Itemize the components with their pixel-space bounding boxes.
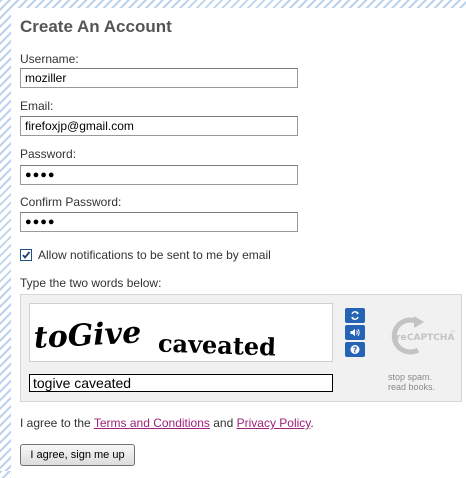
recaptcha-tagline-2: read books.: [388, 382, 436, 392]
recaptcha-controls: ?: [345, 308, 365, 359]
notify-row: Allow notifications to be sent to me by …: [20, 248, 271, 262]
email-label: Email:: [20, 99, 54, 113]
refresh-button[interactable]: [345, 308, 365, 323]
help-icon: ?: [350, 345, 360, 355]
recaptcha-logo-icon: re CAPTCHA ™: [391, 316, 456, 355]
privacy-link[interactable]: Privacy Policy: [237, 416, 311, 430]
terms-link[interactable]: Terms and Conditions: [94, 416, 210, 430]
recaptcha-tagline: stop spam. read books.: [388, 372, 435, 392]
recaptcha-widget: toGive caveated togive caveated ? re CAP…: [20, 294, 462, 402]
audio-button[interactable]: [345, 325, 365, 340]
create-account-panel: Create An Account Username: moziller Ema…: [11, 8, 466, 478]
captcha-response-input[interactable]: togive caveated: [29, 374, 333, 392]
agreement-text: I agree to the Terms and Conditions and …: [20, 416, 314, 430]
audio-icon: [350, 328, 360, 337]
sign-up-button[interactable]: I agree, sign me up: [20, 444, 135, 466]
page-title: Create An Account: [20, 17, 172, 36]
password-input[interactable]: ●●●●: [20, 165, 298, 185]
captcha-word-1: toGive: [33, 315, 142, 356]
agreement-prefix: I agree to the: [20, 416, 94, 430]
checkmark-icon: [22, 251, 31, 259]
recaptcha-logo: re CAPTCHA ™: [384, 313, 459, 366]
agreement-middle: and: [209, 416, 237, 430]
notify-label[interactable]: Allow notifications to be sent to me by …: [38, 248, 271, 262]
email-input[interactable]: firefoxjp@gmail.com: [20, 116, 298, 136]
confirm-password-input[interactable]: ●●●●: [20, 212, 298, 232]
refresh-icon: [351, 311, 359, 320]
captcha-prompt: Type the two words below:: [20, 276, 162, 290]
notify-checkbox[interactable]: [20, 249, 32, 261]
help-button[interactable]: ?: [345, 342, 365, 357]
agreement-suffix: .: [310, 416, 314, 430]
username-label: Username:: [20, 52, 79, 66]
recaptcha-logo-tm: ™: [450, 330, 456, 337]
svg-text:?: ?: [353, 346, 358, 355]
recaptcha-logo-re: re: [396, 333, 407, 343]
confirm-password-label: Confirm Password:: [20, 195, 122, 209]
recaptcha-logo-text: CAPTCHA: [407, 333, 454, 343]
captcha-words-image: toGive caveated: [33, 315, 277, 361]
password-label: Password:: [20, 147, 77, 161]
captcha-image: toGive caveated: [29, 303, 333, 362]
captcha-word-2: caveated: [157, 328, 276, 361]
username-input[interactable]: moziller: [20, 68, 298, 88]
recaptcha-tagline-1: stop spam.: [388, 372, 433, 382]
